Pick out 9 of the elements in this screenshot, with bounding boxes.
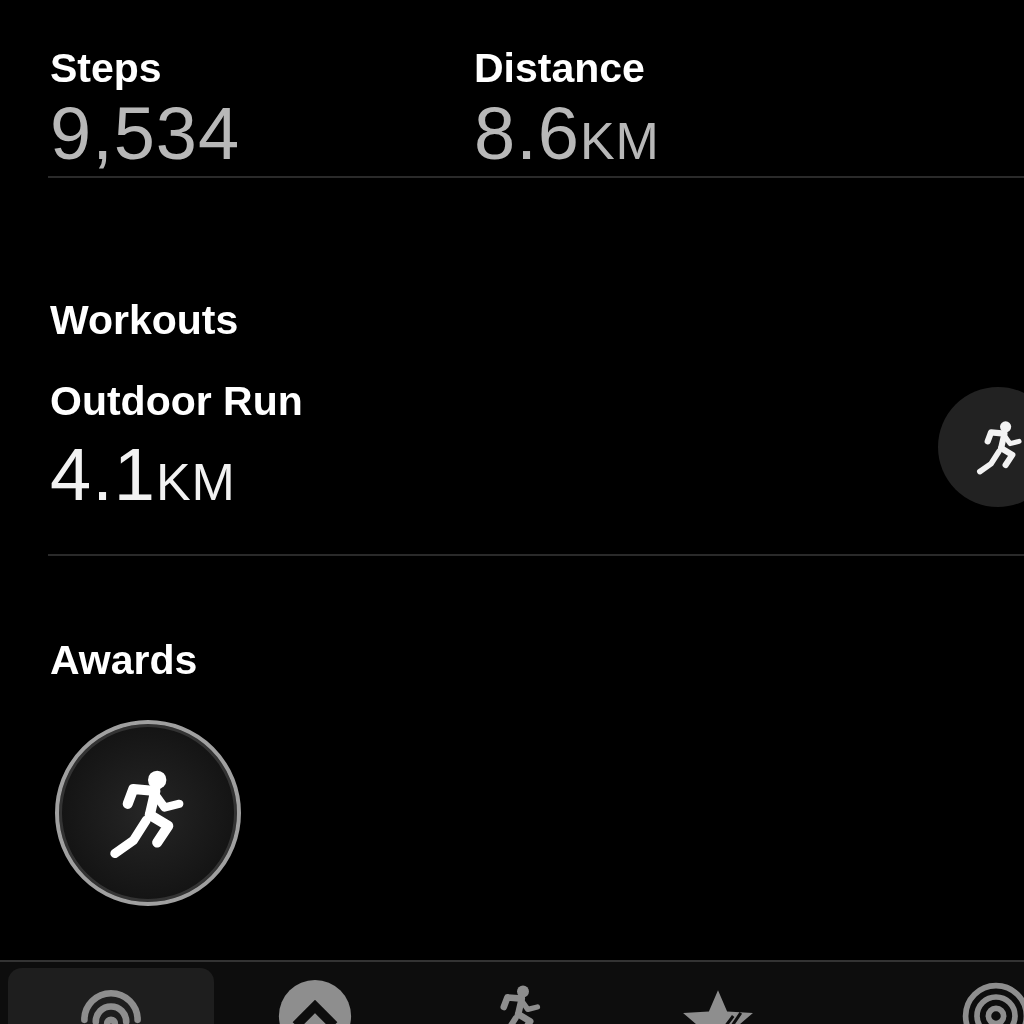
section-title: Awards	[50, 636, 199, 685]
workout-name: Outdoor Run	[50, 377, 304, 426]
metric-label: Distance	[474, 44, 646, 93]
section-title: Workouts	[50, 296, 240, 345]
metric-value: 9,534	[50, 94, 241, 174]
workout-distance: 4.1KM	[50, 435, 236, 518]
metric-value: 8.6KM	[474, 94, 660, 177]
tab[interactable]	[8, 968, 215, 1024]
metric-label: Steps	[50, 44, 163, 93]
